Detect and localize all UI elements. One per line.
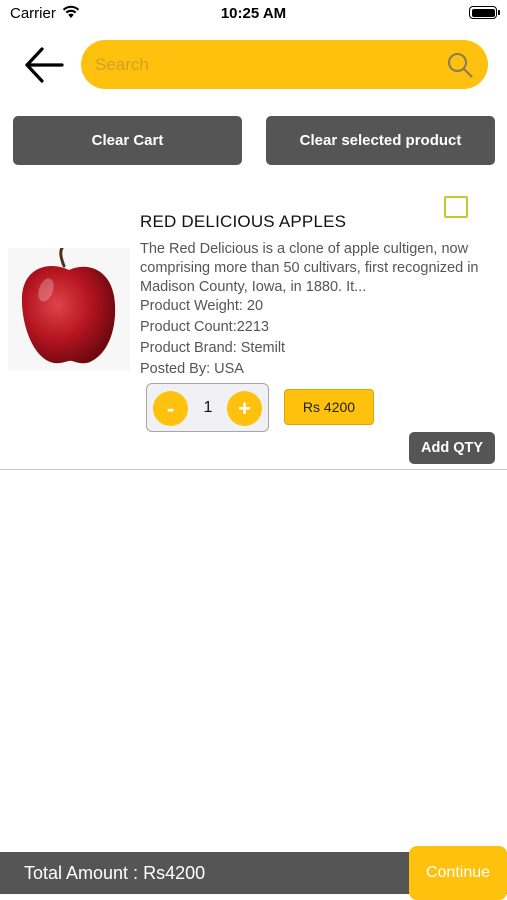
search-icon[interactable]	[447, 52, 473, 78]
status-time: 10:25 AM	[220, 5, 287, 22]
search-input[interactable]	[95, 40, 435, 89]
product-posted-by: Posted By: USA	[140, 361, 244, 377]
increase-quantity-button[interactable]: +	[227, 391, 262, 426]
price-badge: Rs 4200	[284, 389, 374, 425]
decrease-quantity-button[interactable]: -	[153, 391, 188, 426]
clear-cart-button[interactable]: Clear Cart	[13, 116, 242, 165]
add-qty-button[interactable]: Add QTY	[409, 432, 495, 464]
product-description: The Red Delicious is a clone of apple cu…	[140, 241, 479, 295]
select-product-checkbox[interactable]	[444, 196, 468, 218]
battery-icon	[469, 6, 500, 19]
total-amount: Total Amount : Rs4200	[24, 862, 206, 883]
cart-item: RED DELICIOUS APPLES The Red Delicious i…	[0, 190, 507, 470]
product-name: RED DELICIOUS APPLES	[140, 212, 347, 231]
red-apple-image	[8, 248, 130, 370]
quantity-stepper: - 1 +	[146, 383, 269, 432]
product-weight: Product Weight: 20	[140, 298, 264, 314]
quantity-value: 1	[203, 398, 213, 416]
arrow-left-icon	[25, 47, 64, 83]
back-button[interactable]	[22, 45, 66, 85]
clear-selected-product-button[interactable]: Clear selected product	[266, 116, 495, 165]
continue-button[interactable]: Continue	[409, 846, 507, 900]
product-brand: Product Brand: Stemilt	[140, 340, 286, 356]
status-bar: Carrier 10:25 AM	[0, 0, 507, 28]
product-count: Product Count:2213	[140, 319, 269, 335]
search-bar	[81, 40, 488, 89]
